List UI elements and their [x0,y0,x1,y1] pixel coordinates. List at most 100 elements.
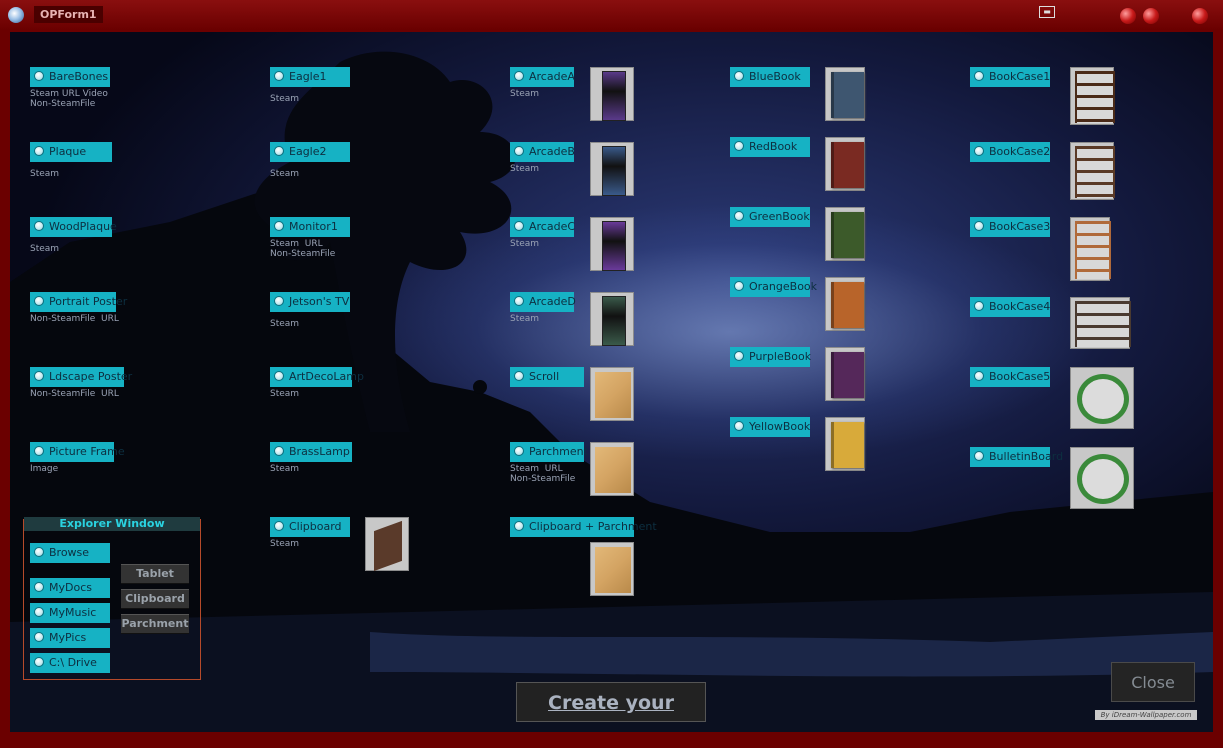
radio-option-arcaded[interactable]: ArcadeD [510,292,576,312]
explorer-option-browse[interactable]: Browse [30,543,110,563]
radio-button-icon[interactable] [34,146,44,156]
radio-option-purplebook[interactable]: PurpleBook [730,347,811,367]
radio-option-jetsons[interactable]: Jetson's TV [270,292,350,312]
radio-option-parchment[interactable]: Parchment [510,442,588,462]
radio-button-icon[interactable] [34,71,44,81]
radio-option-bookcase2[interactable]: BookCase2 [970,142,1050,162]
radio-button-icon[interactable] [34,607,44,617]
close-window-button[interactable] [1192,8,1208,24]
radio-button-icon[interactable] [974,371,984,381]
radio-option-bluebook[interactable]: BlueBook [730,67,810,87]
close-button[interactable]: Close [1111,662,1195,702]
radio-option-eagle2[interactable]: Eagle2 [270,142,350,162]
parchment-thumbnail-parchment[interactable] [590,442,634,496]
radio-option-bookcase4[interactable]: BookCase4 [970,297,1050,317]
radio-button-icon[interactable] [514,521,524,531]
radio-option-clipparch[interactable]: Clipboard + Parchment [510,517,657,537]
parchment-thumbnail-scroll[interactable] [590,367,634,421]
radio-button-icon[interactable] [734,421,744,431]
radio-button-icon[interactable] [34,221,44,231]
radio-option-brasslamp[interactable]: BrassLamp [270,442,352,462]
radio-button-icon[interactable] [974,301,984,311]
book-thumbnail-orangebook[interactable] [825,277,865,331]
radio-option-clipboard[interactable]: Clipboard [270,517,350,537]
radio-button-icon[interactable] [34,296,44,306]
radio-button-icon[interactable] [974,451,984,461]
radio-option-arcadec[interactable]: ArcadeC [510,217,575,237]
radio-button-icon[interactable] [974,146,984,156]
radio-button-icon[interactable] [34,632,44,642]
minimize-button[interactable] [1120,8,1136,24]
radio-button-icon[interactable] [974,221,984,231]
radio-button-icon[interactable] [34,582,44,592]
radio-option-redbook[interactable]: RedBook [730,137,810,157]
bulletin-ring-thumbnail-bulletinboard[interactable] [1070,447,1134,509]
radio-button-icon[interactable] [34,446,44,456]
arcade-cabinet-thumbnail-arcadeb[interactable] [590,142,634,196]
radio-option-ldscape[interactable]: Ldscape Poster [30,367,132,387]
radio-option-arcadeb[interactable]: ArcadeB [510,142,575,162]
radio-option-bulletinboard[interactable]: BulletinBoard [970,447,1063,467]
bookcase-thumbnail-bookcase3[interactable] [1070,217,1111,281]
bookcase-thumbnail-bookcase4[interactable] [1070,297,1131,349]
book-thumbnail-yellowbook[interactable] [825,417,865,471]
radio-button-icon[interactable] [734,71,744,81]
radio-button-icon[interactable] [734,351,744,361]
radio-button-icon[interactable] [734,141,744,151]
book-thumbnail-purplebook[interactable] [825,347,865,401]
radio-button-icon[interactable] [34,547,44,557]
radio-button-icon[interactable] [274,446,284,456]
arcade-cabinet-thumbnail-arcaded[interactable] [590,292,634,346]
explorer-option-c-drive[interactable]: C:\ Drive [30,653,110,673]
parchment-thumbnail-clipparch[interactable] [590,542,634,596]
radio-button-icon[interactable] [734,211,744,221]
radio-option-eagle1[interactable]: Eagle1 [270,67,350,87]
radio-button-icon[interactable] [34,657,44,667]
clipboard-thumbnail-clipboard[interactable] [365,517,409,572]
bookcase-thumbnail-bookcase1[interactable] [1070,67,1115,125]
explorer-tablet-button[interactable]: Tablet [121,564,189,584]
radio-button-icon[interactable] [514,221,524,231]
radio-option-pictureframe[interactable]: Picture Frame [30,442,125,462]
radio-option-bookcase1[interactable]: BookCase1 [970,67,1050,87]
explorer-option-mypics[interactable]: MyPics [30,628,110,648]
radio-button-icon[interactable] [274,371,284,381]
radio-button-icon[interactable] [274,521,284,531]
book-thumbnail-bluebook[interactable] [825,67,865,121]
radio-option-orangebook[interactable]: OrangeBook [730,277,817,297]
radio-button-icon[interactable] [514,146,524,156]
radio-button-icon[interactable] [514,371,524,381]
bookcase-thumbnail-bookcase2[interactable] [1070,142,1115,200]
radio-option-bookcase5[interactable]: BookCase5 [970,367,1050,387]
book-thumbnail-greenbook[interactable] [825,207,865,261]
radio-button-icon[interactable] [974,71,984,81]
radio-option-monitor1[interactable]: Monitor1 [270,217,350,237]
radio-option-scroll[interactable]: Scroll [510,367,584,387]
radio-option-yellowbook[interactable]: YellowBook [730,417,810,437]
radio-option-arcadea[interactable]: ArcadeA [510,67,575,87]
radio-option-portrait[interactable]: Portrait Poster [30,292,127,312]
radio-option-barebones[interactable]: BareBones [30,67,110,87]
arcade-cabinet-thumbnail-arcadea[interactable] [590,67,634,121]
radio-option-greenbook[interactable]: GreenBook [730,207,810,227]
radio-option-bookcase3[interactable]: BookCase3 [970,217,1050,237]
radio-button-icon[interactable] [514,71,524,81]
window-menu-icon[interactable]: ▬ [1039,6,1055,18]
radio-button-icon[interactable] [514,446,524,456]
radio-option-plaque[interactable]: Plaque [30,142,112,162]
bulletin-ring-thumbnail-bookcase5[interactable] [1070,367,1134,429]
radio-button-icon[interactable] [34,371,44,381]
radio-button-icon[interactable] [274,296,284,306]
app-icon[interactable] [8,7,24,23]
explorer-option-mymusic[interactable]: MyMusic [30,603,110,623]
radio-button-icon[interactable] [514,296,524,306]
explorer-clipboard-button[interactable]: Clipboard [121,589,189,609]
maximize-button[interactable] [1143,8,1159,24]
book-thumbnail-redbook[interactable] [825,137,865,191]
explorer-parchment-button[interactable]: Parchment [121,614,189,634]
radio-button-icon[interactable] [274,221,284,231]
create-object-button[interactable]: Create your Object [516,682,706,722]
radio-button-icon[interactable] [734,281,744,291]
radio-option-woodplaque[interactable]: WoodPlaque [30,217,117,237]
explorer-option-mydocs[interactable]: MyDocs [30,578,110,598]
